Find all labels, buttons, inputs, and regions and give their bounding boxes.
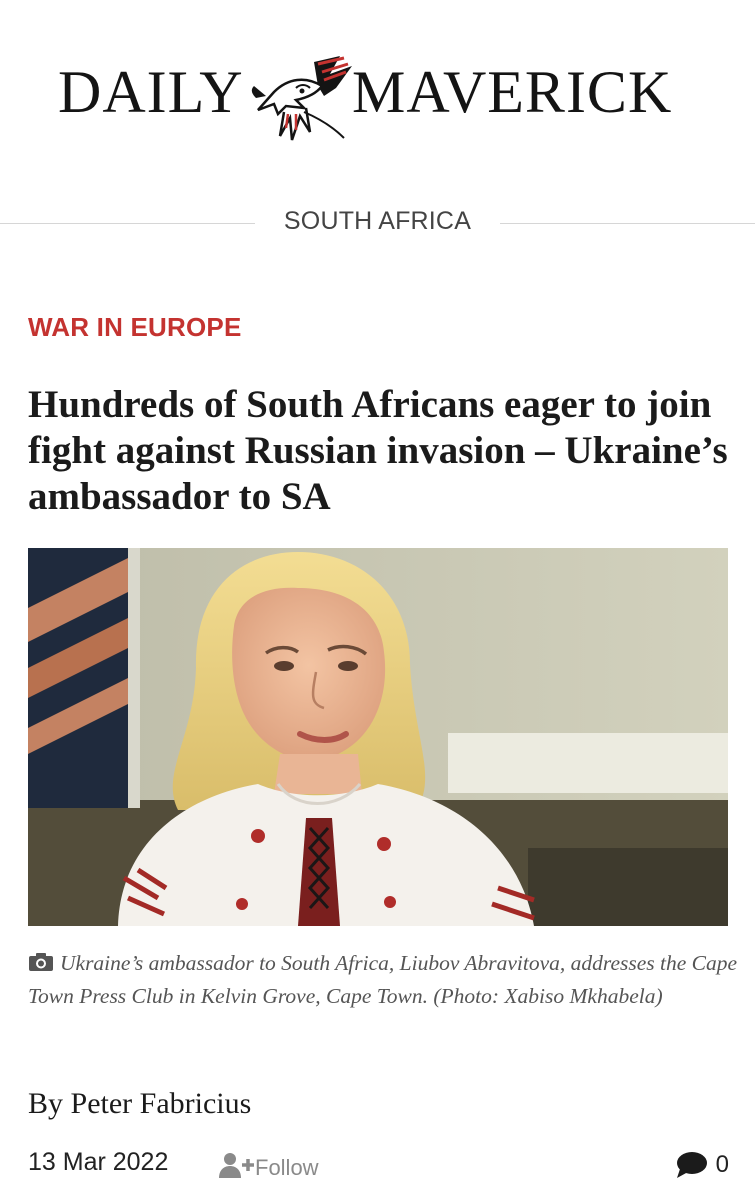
follow-author-button[interactable]: Follow bbox=[218, 1147, 319, 1183]
section-divider-left bbox=[0, 223, 255, 224]
photo-caption-text: Ukraine’s ambassador to South Africa, Li… bbox=[28, 951, 738, 1008]
masthead-word-maverick: MAVERICK bbox=[352, 59, 673, 125]
hero-photo[interactable] bbox=[28, 548, 728, 926]
masthead-word-daily: DAILY bbox=[58, 59, 244, 125]
section-link-south-africa[interactable]: SOUTH AFRICA bbox=[255, 207, 500, 236]
article-meta: 13 Mar 2022 Follow 0 bbox=[0, 1145, 755, 1185]
maverick-bird-logo-icon bbox=[251, 56, 352, 141]
comment-count: 0 bbox=[715, 1151, 729, 1178]
section-divider-right bbox=[500, 223, 755, 224]
article-kicker[interactable]: WAR IN EUROPE bbox=[28, 312, 242, 343]
publish-date: 13 Mar 2022 bbox=[28, 1148, 169, 1176]
speech-bubble-icon bbox=[676, 1152, 707, 1178]
follow-label: Follow bbox=[255, 1155, 319, 1180]
article-headline: Hundreds of South Africans eager to join… bbox=[28, 383, 728, 518]
section-header: SOUTH AFRICA bbox=[0, 205, 755, 241]
article-byline[interactable]: By Peter Fabricius bbox=[28, 1087, 251, 1121]
masthead[interactable]: DAILY MAVERICK bbox=[0, 40, 755, 150]
add-user-icon bbox=[219, 1153, 254, 1178]
photo-caption: Ukraine’s ambassador to South Africa, Li… bbox=[28, 947, 740, 1013]
hero-photo-illustration bbox=[28, 548, 728, 926]
comments-button[interactable]: 0 bbox=[676, 1147, 729, 1183]
camera-icon bbox=[29, 953, 53, 971]
